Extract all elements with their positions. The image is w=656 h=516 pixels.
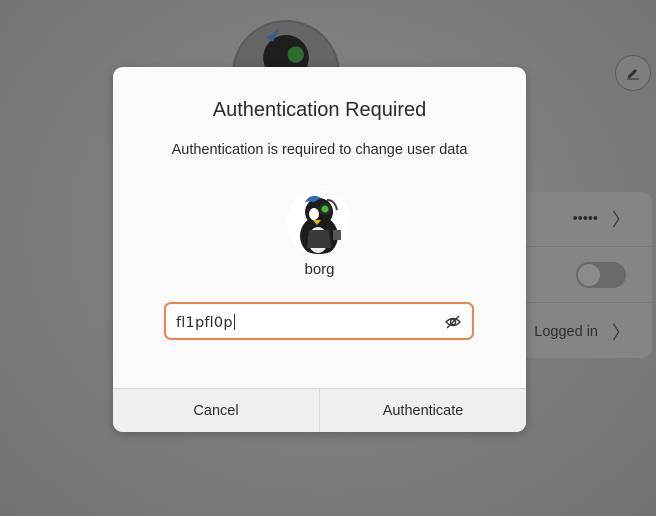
authenticate-button[interactable]: Authenticate [319,389,526,432]
edit-avatar-button [615,55,651,91]
authentication-dialog: Authentication Required Authentication i… [113,67,526,432]
password-text[interactable]: fl1pfl0p [176,314,235,331]
dialog-subtitle: Authentication is required to change use… [171,142,468,158]
user-avatar [287,190,351,254]
dialog-button-row: Cancel Authenticate [113,388,526,432]
eye-slash-icon[interactable] [444,313,462,331]
password-field[interactable]: fl1pfl0p [164,302,474,340]
cancel-button[interactable]: Cancel [113,389,319,432]
background-toggle [576,262,626,288]
chevron-right-icon: 〉 [612,210,630,230]
logged-in-status: Logged in [534,323,598,340]
username-label: borg [304,261,335,278]
text-caret [233,314,235,330]
pencil-icon [627,69,639,80]
dialog-title: Authentication Required [212,99,427,121]
chevron-right-icon: 〉 [612,322,630,343]
password-dots: ••••• [572,211,598,227]
